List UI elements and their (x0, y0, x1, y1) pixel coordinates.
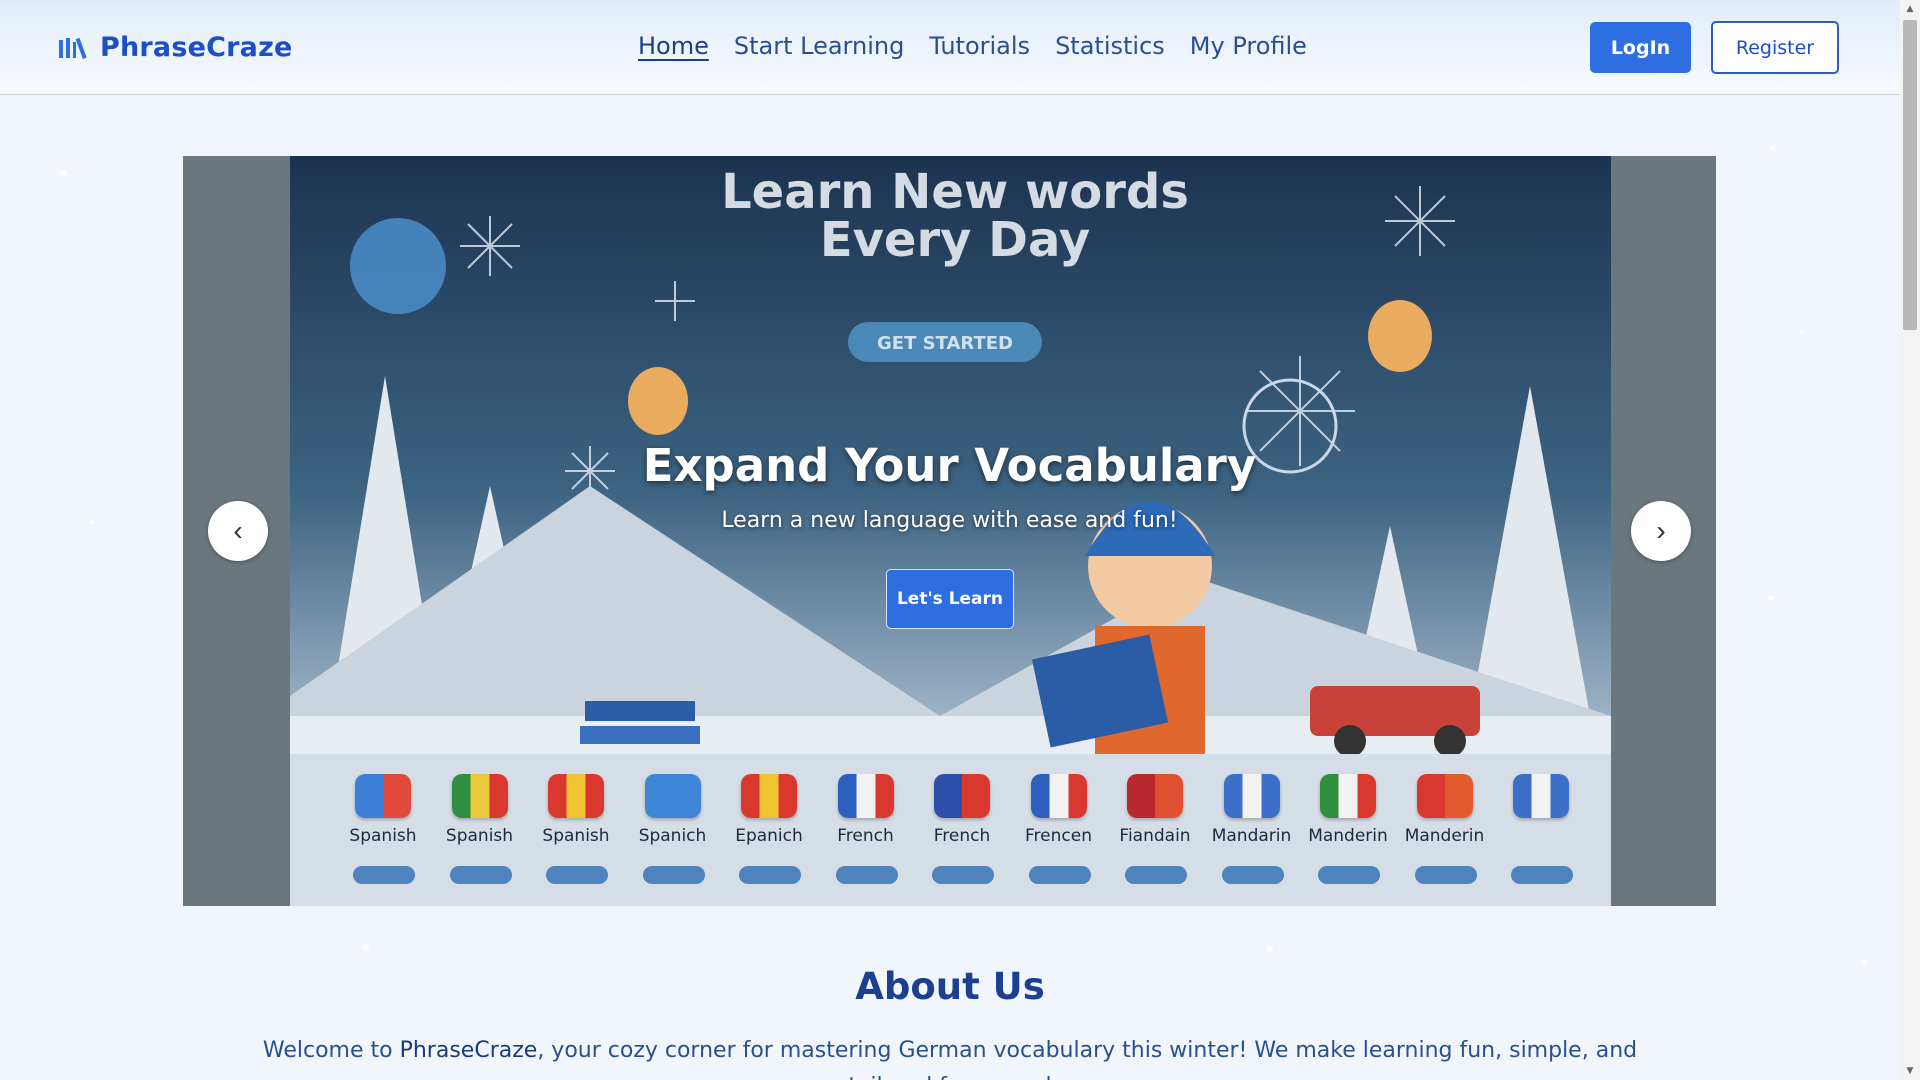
scrollbar-thumb[interactable] (1903, 20, 1917, 330)
language-card: Frencen (1019, 774, 1099, 894)
flag-icon (1416, 774, 1473, 818)
snowflake (60, 170, 67, 177)
language-pill (932, 866, 994, 884)
nav-statistics[interactable]: Statistics (1055, 32, 1165, 60)
language-pill (1028, 866, 1091, 884)
language-label: French (837, 826, 894, 846)
flag-icon (644, 774, 701, 818)
language-label: Spanish (542, 826, 610, 846)
carousel-prev-button[interactable]: ‹ (208, 501, 268, 561)
language-label: Manderin (1404, 826, 1485, 846)
language-pill (449, 866, 512, 884)
language-label: Spanish (445, 826, 514, 846)
snowflake (1770, 145, 1775, 150)
flag-icon (1127, 774, 1183, 818)
language-label: Spanich (638, 826, 707, 846)
language-pill (1221, 866, 1284, 884)
language-label: French (933, 826, 991, 846)
language-card: Manderin (1308, 774, 1388, 894)
banner-title-line2: Every Day (820, 212, 1090, 268)
language-card: Manderin (1405, 774, 1485, 894)
hero-subtitle: Learn a new language with ease and fun! (721, 508, 1178, 533)
language-label: Mandarin (1211, 826, 1292, 846)
language-label: Frencen (1025, 826, 1092, 846)
snowflake (1267, 946, 1273, 952)
hero-carousel: Learn New words Every Day GET STARTED Sp… (183, 156, 1716, 906)
snowflake (1768, 595, 1774, 601)
language-card: Spanich (633, 774, 713, 894)
language-card: Mandarin (1212, 774, 1292, 894)
site-header: PhraseCraze Home Start Learning Tutorial… (0, 0, 1900, 95)
flag-icon (1223, 774, 1280, 818)
chevron-right-icon: › (1656, 515, 1666, 546)
language-pill (1511, 866, 1573, 884)
language-label: Epanich (735, 826, 803, 846)
language-card: Epanich (729, 774, 809, 894)
page: PhraseCraze Home Start Learning Tutorial… (0, 0, 1900, 1080)
carousel-next-button[interactable]: › (1631, 501, 1691, 561)
language-card: Spanish (343, 774, 423, 894)
snowflake (362, 944, 369, 951)
about-text-after: , your cozy corner for mastering German … (537, 1038, 1638, 1080)
language-card (1501, 774, 1581, 894)
language-label: Manderin (1308, 826, 1388, 846)
nav-tutorials[interactable]: Tutorials (929, 32, 1030, 60)
about-text-before: Welcome to (262, 1038, 400, 1063)
nav-home[interactable]: Home (638, 32, 709, 60)
about-brand: PhraseCraze (399, 1038, 538, 1063)
language-pill (835, 866, 898, 884)
nav-start-learning[interactable]: Start Learning (734, 32, 904, 60)
flag-icon (355, 774, 411, 818)
language-pill (642, 866, 705, 884)
language-pill (1318, 866, 1380, 884)
scroll-up-arrow-icon[interactable]: ▲ (1900, 0, 1920, 18)
flag-icon (837, 774, 894, 818)
language-card: Spanish (440, 774, 520, 894)
nav-my-profile[interactable]: My Profile (1190, 32, 1307, 60)
snowflake (1800, 330, 1804, 334)
scroll-down-arrow-icon[interactable]: ▼ (1900, 1062, 1920, 1080)
language-pill (546, 866, 608, 884)
hero-title: Expand Your Vocabulary (642, 439, 1257, 492)
flag-icon (1320, 774, 1376, 818)
brand-name: PhraseCraze (100, 32, 293, 63)
language-pill (739, 866, 801, 884)
language-card: Spanish (536, 774, 616, 894)
flag-icon (548, 774, 604, 818)
language-pill (1414, 866, 1477, 884)
login-button[interactable]: LogIn (1590, 22, 1691, 73)
chevron-left-icon: ‹ (233, 515, 243, 546)
about-title: About Us (855, 965, 1045, 1008)
language-card: French (922, 774, 1002, 894)
page-scrollbar[interactable]: ▲ ▼ (1900, 0, 1920, 1080)
language-pill (1125, 866, 1187, 884)
flag-icon (1513, 774, 1569, 818)
main-nav: Home Start Learning Tutorials Statistics… (638, 32, 1307, 60)
language-label: Fiandain (1119, 826, 1191, 846)
language-label: Spanish (349, 826, 417, 846)
language-card: Fiandain (1115, 774, 1195, 894)
language-pill (353, 866, 415, 884)
snowflake (90, 520, 94, 524)
flag-icon (451, 774, 508, 818)
library-books-icon (59, 37, 87, 59)
flag-icon (741, 774, 797, 818)
lets-learn-button[interactable]: Let's Learn (886, 569, 1014, 629)
brand-logo[interactable]: PhraseCraze (58, 32, 293, 63)
language-card: French (826, 774, 906, 894)
about-text: Welcome to PhraseCraze, your cozy corner… (245, 1033, 1655, 1080)
register-button[interactable]: Register (1711, 21, 1839, 74)
flag-icon (934, 774, 990, 818)
flag-icon (1030, 774, 1087, 818)
banner-get-started: GET STARTED (877, 333, 1013, 354)
